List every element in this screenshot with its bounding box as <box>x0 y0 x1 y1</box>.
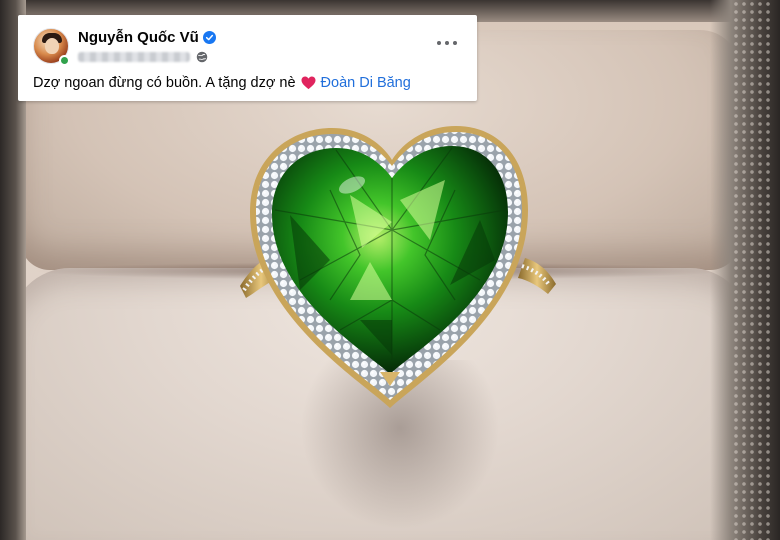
author-name[interactable]: Nguyễn Quốc Vũ <box>78 29 199 46</box>
verified-badge-icon <box>202 31 216 44</box>
facebook-post-card: Nguyễn Quốc Vũ Dzợ ngoan đừng có buồn. A… <box>18 15 477 101</box>
online-status-dot <box>59 55 70 66</box>
heart-icon <box>301 76 316 90</box>
post-timestamp-redacted[interactable] <box>78 52 190 62</box>
author-row: Nguyễn Quốc Vũ <box>78 29 216 46</box>
post-body: Dzợ ngoan đừng có buồn. A tặng dzợ nè Đo… <box>33 75 411 91</box>
photo-scene: Nguyễn Quốc Vũ Dzợ ngoan đừng có buồn. A… <box>0 0 780 540</box>
ring-band-right <box>518 258 556 294</box>
mention-link[interactable]: Đoàn Di Băng <box>321 75 411 91</box>
globe-icon[interactable] <box>196 51 208 63</box>
post-meta-row <box>78 51 208 63</box>
post-text: Dzợ ngoan đừng có buồn. A tặng dzợ nè <box>33 75 296 91</box>
more-horizontal-icon[interactable] <box>437 41 457 47</box>
